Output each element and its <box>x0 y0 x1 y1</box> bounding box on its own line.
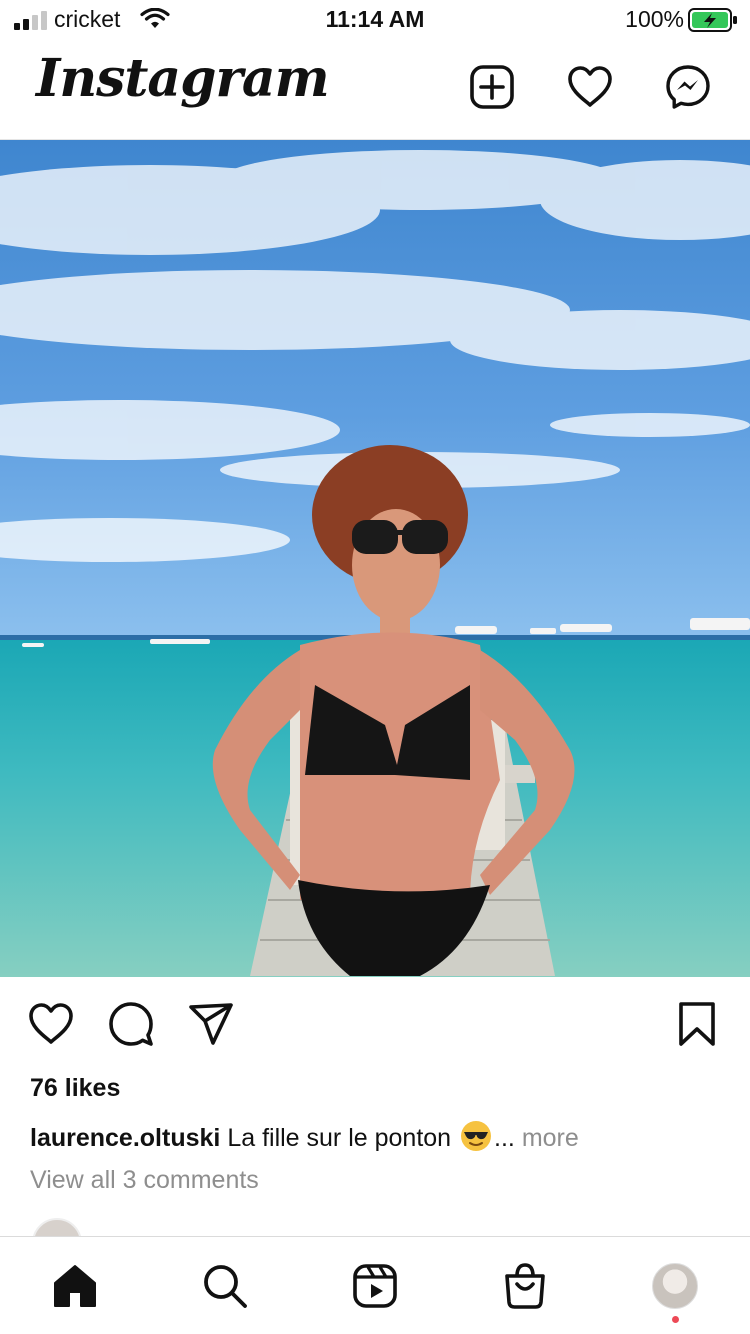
heart-icon <box>29 1003 73 1044</box>
messages-button[interactable] <box>663 62 713 112</box>
bookmark-icon <box>679 1002 715 1046</box>
new-post-icon <box>470 65 514 109</box>
tab-reels[interactable] <box>348 1259 402 1313</box>
share-icon <box>189 1003 233 1045</box>
profile-avatar <box>652 1263 698 1309</box>
save-button[interactable] <box>672 999 722 1049</box>
new-post-button[interactable] <box>467 62 517 112</box>
signal-icon <box>14 11 47 30</box>
heart-icon <box>568 66 612 107</box>
view-comments-link[interactable]: View all 3 comments <box>30 1166 259 1195</box>
status-bar: cricket 11:14 AM 100% <box>0 0 750 40</box>
comment-button[interactable] <box>106 999 156 1049</box>
battery-percent: 100% <box>625 6 684 32</box>
caption-username[interactable]: laurence.oltuski <box>30 1124 220 1152</box>
post-caption: laurence.oltuski La fille sur le ponton … <box>30 1120 730 1153</box>
activity-button[interactable] <box>565 62 615 112</box>
tab-shop[interactable] <box>498 1259 552 1313</box>
app-header: Instagram <box>0 40 750 140</box>
post-actions <box>0 977 750 1072</box>
tab-profile[interactable] <box>648 1259 702 1313</box>
share-button[interactable] <box>186 999 236 1049</box>
beach-pier-photo <box>0 140 750 977</box>
caption-text: La fille sur le ponton <box>227 1124 452 1152</box>
reels-icon <box>353 1264 397 1308</box>
tab-home[interactable] <box>48 1259 102 1313</box>
caption-ellipsis: ... <box>494 1124 515 1152</box>
shop-icon <box>505 1263 545 1309</box>
battery-charging-icon <box>688 8 737 32</box>
likes-count[interactable]: 76 likes <box>30 1074 120 1103</box>
bottom-tab-bar <box>0 1236 750 1334</box>
like-button[interactable] <box>26 999 76 1049</box>
comment-icon <box>109 1002 153 1046</box>
post-photo[interactable] <box>0 140 750 977</box>
instagram-logo[interactable]: Instagram <box>36 48 330 109</box>
wifi-icon <box>140 8 170 28</box>
carrier-name: cricket <box>54 6 121 32</box>
notification-dot <box>672 1316 679 1323</box>
sunglasses-emoji <box>461 1121 492 1151</box>
caption-more-link[interactable]: more <box>522 1124 579 1152</box>
messenger-icon <box>666 65 710 109</box>
search-icon <box>204 1265 247 1308</box>
tab-search[interactable] <box>198 1259 252 1313</box>
home-icon <box>54 1265 96 1307</box>
